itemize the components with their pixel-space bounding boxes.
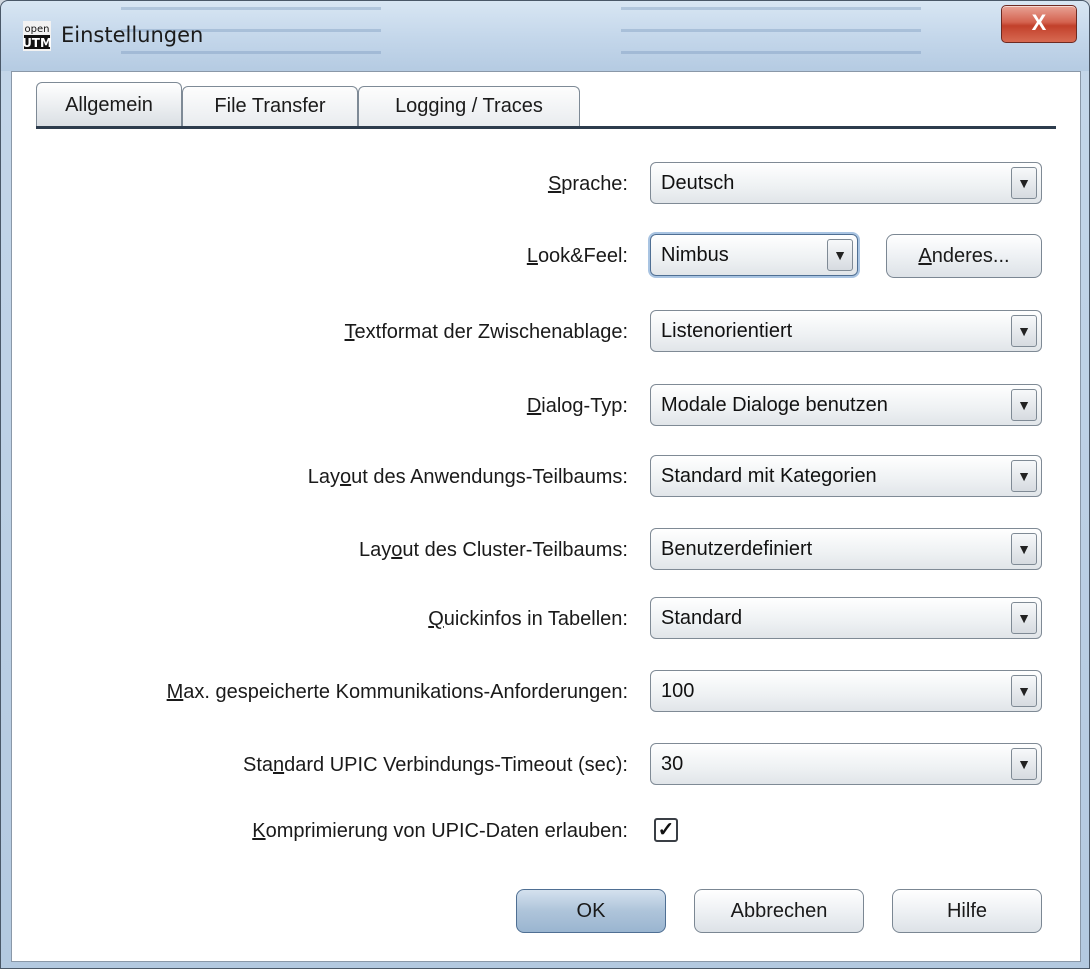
- anwendungs-teilbaum-label: Layout des Anwendungs-Teilbaums:: [307, 466, 628, 488]
- help-button[interactable]: Hilfe: [892, 889, 1042, 933]
- dialogtyp-value: Modale Dialoge benutzen: [661, 394, 888, 416]
- setting-row-komprimierung: Komprimierung von UPIC-Daten erlauben: ✓: [12, 809, 1080, 853]
- tab-allgemein[interactable]: Allgemein: [36, 82, 182, 128]
- lookfeel-value: Nimbus: [661, 244, 729, 266]
- upic-timeout-value: 30: [661, 753, 684, 775]
- lookfeel-dropdown[interactable]: Nimbus ▼: [650, 234, 858, 276]
- chevron-down-icon[interactable]: ▼: [1011, 602, 1037, 634]
- close-icon: X: [1031, 10, 1047, 35]
- close-button[interactable]: X: [1001, 5, 1077, 43]
- dialogtyp-dropdown[interactable]: Modale Dialoge benutzen ▼: [650, 384, 1042, 426]
- tab-logging-traces[interactable]: Logging / Traces: [358, 86, 580, 126]
- setting-row-sprache: Sprache: Deutsch ▼: [12, 162, 1080, 206]
- quickinfos-label: Quickinfos in Tabellen:: [428, 608, 628, 630]
- background-window-ghost: [621, 7, 921, 63]
- komprimierung-checkbox[interactable]: ✓: [654, 818, 678, 842]
- anwendungs-teilbaum-value: Standard mit Kategorien: [661, 465, 877, 487]
- title-bar[interactable]: open UTM Einstellungen X: [1, 1, 1089, 71]
- settings-dialog: open UTM Einstellungen X Allgemein File …: [0, 0, 1090, 969]
- anwendungs-teilbaum-dropdown[interactable]: Standard mit Kategorien ▼: [650, 455, 1042, 497]
- tab-file-transfer[interactable]: File Transfer: [182, 86, 358, 126]
- chevron-down-icon[interactable]: ▼: [827, 239, 853, 271]
- chevron-down-icon[interactable]: ▼: [1011, 167, 1037, 199]
- setting-row-dialogtyp: Dialog-Typ: Modale Dialoge benutzen ▼: [12, 384, 1080, 428]
- setting-row-lookfeel: Look&Feel: Nimbus ▼ Anderes...: [12, 234, 1080, 278]
- chevron-down-icon[interactable]: ▼: [1011, 389, 1037, 421]
- chevron-down-icon[interactable]: ▼: [1011, 533, 1037, 565]
- anderes-button[interactable]: Anderes...: [886, 234, 1042, 278]
- cluster-teilbaum-value: Benutzerdefiniert: [661, 538, 813, 560]
- chevron-down-icon[interactable]: ▼: [1011, 315, 1037, 347]
- dialog-content: Allgemein File Transfer Logging / Traces…: [11, 71, 1081, 962]
- chevron-down-icon[interactable]: ▼: [1011, 675, 1037, 707]
- setting-row-quickinfos: Quickinfos in Tabellen: Standard ▼: [12, 597, 1080, 641]
- max-anforderungen-label: Max. gespeicherte Kommunikations-Anforde…: [166, 681, 628, 703]
- setting-row-max-anforderungen: Max. gespeicherte Kommunikations-Anforde…: [12, 670, 1080, 714]
- sprache-value: Deutsch: [661, 172, 735, 194]
- quickinfos-dropdown[interactable]: Standard ▼: [650, 597, 1042, 639]
- max-anforderungen-value: 100: [661, 680, 695, 702]
- chevron-down-icon[interactable]: ▼: [1011, 748, 1037, 780]
- textformat-label: Textformat der Zwischenablage:: [344, 321, 628, 343]
- cluster-teilbaum-dropdown[interactable]: Benutzerdefiniert ▼: [650, 528, 1042, 570]
- tab-separator: [36, 126, 1056, 129]
- setting-row-upic-timeout: Standard UPIC Verbindungs-Timeout (sec):…: [12, 743, 1080, 787]
- upic-timeout-label: Standard UPIC Verbindungs-Timeout (sec):: [242, 754, 628, 776]
- dialogtyp-label: Dialog-Typ:: [526, 395, 628, 417]
- setting-row-textformat: Textformat der Zwischenablage: Listenori…: [12, 310, 1080, 354]
- cancel-button[interactable]: Abbrechen: [694, 889, 864, 933]
- lookfeel-label: Look&Feel:: [526, 245, 628, 267]
- quickinfos-value: Standard: [661, 607, 743, 629]
- textformat-value: Listenorientiert: [661, 320, 793, 342]
- checkmark-icon: ✓: [657, 819, 675, 841]
- setting-row-anwendungs-teilbaum: Layout des Anwendungs-Teilbaums: Standar…: [12, 455, 1080, 499]
- cluster-teilbaum-label: Layout des Cluster-Teilbaums:: [358, 539, 628, 561]
- sprache-dropdown[interactable]: Deutsch ▼: [650, 162, 1042, 204]
- svg-text:UTM: UTM: [23, 36, 51, 50]
- max-anforderungen-dropdown[interactable]: 100 ▼: [650, 670, 1042, 712]
- svg-text:open: open: [25, 24, 50, 35]
- upic-timeout-dropdown[interactable]: 30 ▼: [650, 743, 1042, 785]
- window-title: Einstellungen: [61, 23, 204, 47]
- komprimierung-label: Komprimierung von UPIC-Daten erlauben:: [252, 820, 628, 842]
- openutm-app-icon: open UTM: [23, 21, 51, 51]
- sprache-label: Sprache:: [547, 173, 628, 195]
- textformat-dropdown[interactable]: Listenorientiert ▼: [650, 310, 1042, 352]
- setting-row-cluster-teilbaum: Layout des Cluster-Teilbaums: Benutzerde…: [12, 528, 1080, 572]
- ok-button[interactable]: OK: [516, 889, 666, 933]
- chevron-down-icon[interactable]: ▼: [1011, 460, 1037, 492]
